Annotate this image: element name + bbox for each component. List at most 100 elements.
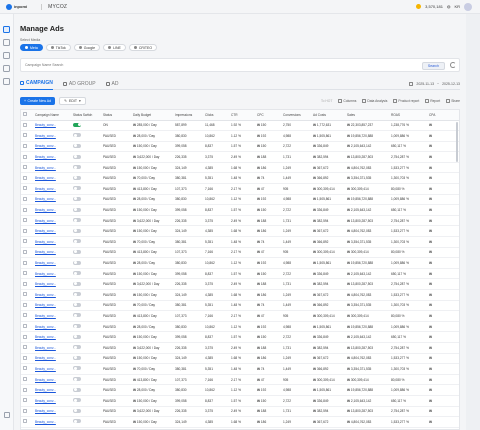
media-chip-criteo[interactable]: CRITEO [128, 44, 158, 51]
column-header[interactable]: ROAS [389, 110, 427, 121]
table-row[interactable]: Beauty_conv... ON ₩ 285,000 / Day 587,899 11… [21, 120, 459, 132]
row-checkbox[interactable] [23, 239, 27, 244]
campaign-name-link[interactable]: Beauty_conv... [33, 289, 71, 301]
status-toggle[interactable] [73, 324, 81, 329]
row-checkbox[interactable] [23, 122, 27, 127]
campaign-name-link[interactable]: Beauty_conv... [33, 268, 71, 280]
status-toggle[interactable] [73, 175, 81, 180]
search-button[interactable]: Search [421, 61, 445, 70]
campaign-name-link[interactable]: Beauty_conv... [33, 374, 71, 386]
table-row[interactable]: Beauty_conv... PAUSED ₩ 3,622,000 / Day 226… [21, 215, 459, 227]
table-row[interactable]: Beauty_conv... PAUSED ₩ 413,800 / Day 107,3… [21, 183, 459, 195]
row-checkbox[interactable] [23, 387, 27, 392]
row-checkbox[interactable] [23, 377, 27, 382]
app-logo[interactable]: inpomi [6, 3, 27, 10]
campaign-name-link[interactable]: Beauty_conv... [33, 151, 71, 163]
table-row[interactable]: Beauty_conv... PAUSED ₩ 150,000 / Day 324,1… [21, 416, 459, 428]
row-checkbox[interactable] [23, 345, 27, 350]
status-toggle[interactable] [73, 165, 81, 170]
status-toggle[interactable] [73, 292, 81, 297]
column-header[interactable]: Status [101, 110, 131, 121]
sidebar-collapse-icon[interactable] [3, 412, 10, 418]
toolbar-share[interactable]: Share [446, 99, 460, 103]
column-header[interactable]: Campaign Name [33, 110, 71, 121]
table-row[interactable]: Beauty_conv... PAUSED ₩ 413,800 / Day 107,3… [21, 310, 459, 322]
row-checkbox[interactable] [23, 366, 27, 371]
status-toggle[interactable] [73, 196, 81, 201]
column-header[interactable]: Ad Costs [311, 110, 345, 121]
row-checkbox[interactable] [23, 218, 27, 223]
table-row[interactable]: Beauty_conv... PAUSED ₩ 3,622,000 / Day 226… [21, 342, 459, 354]
row-checkbox[interactable] [23, 249, 27, 254]
status-toggle[interactable] [73, 239, 81, 244]
row-checkbox[interactable] [23, 334, 27, 339]
create-ad-button[interactable]: + Create New Ad [20, 97, 56, 105]
campaign-name-link[interactable]: Beauty_conv... [33, 172, 71, 185]
row-checkbox[interactable] [23, 260, 27, 265]
language-selector[interactable]: KR [454, 4, 460, 9]
column-header[interactable]: Impressions [173, 110, 203, 121]
table-row[interactable]: Beauty_conv... PAUSED ₩ 150,000 / Day 399,0… [21, 331, 459, 343]
status-toggle[interactable] [73, 207, 81, 212]
column-header[interactable]: Sales [345, 110, 389, 121]
table-row[interactable]: Beauty_conv... PAUSED ₩ 150,000 / Day 399,0… [21, 268, 459, 280]
campaign-name-link[interactable]: Beauty_conv... [33, 321, 71, 333]
edit-button[interactable]: ✎ EDIT ▾ [59, 97, 86, 105]
select-all-checkbox[interactable] [23, 112, 27, 117]
status-toggle[interactable] [73, 122, 81, 127]
column-header[interactable]: CPC [255, 110, 281, 121]
campaign-name-link[interactable]: Beauty_conv... [33, 384, 71, 396]
status-toggle[interactable] [73, 387, 81, 392]
row-checkbox[interactable] [23, 408, 27, 413]
campaign-name-link[interactable]: Beauty_conv... [33, 353, 71, 365]
search-input[interactable] [25, 63, 405, 67]
status-toggle[interactable] [73, 218, 81, 223]
media-chip-meta[interactable]: Meta [20, 44, 43, 51]
row-checkbox[interactable] [23, 133, 27, 138]
tab-campaign[interactable]: CAMPAIGN [20, 78, 53, 90]
table-row[interactable]: Beauty_conv... PAUSED ₩ 3,622,000 / Day 226… [21, 278, 459, 290]
table-row[interactable]: Beauty_conv... PAUSED ₩ 70,000 / Day 380,38… [21, 363, 459, 375]
campaign-name-link[interactable]: Beauty_conv... [33, 257, 71, 269]
campaign-name-link[interactable]: Beauty_conv... [33, 416, 71, 428]
table-row[interactable]: Beauty_conv... PAUSED ₩ 70,000 / Day 380,38… [21, 300, 459, 312]
row-checkbox[interactable] [23, 292, 27, 297]
tab-ad[interactable]: AD [105, 78, 118, 90]
table-row[interactable]: Beauty_conv... PAUSED ₩ 150,000 / Day 399,0… [21, 204, 459, 216]
status-toggle[interactable] [73, 143, 81, 148]
row-checkbox[interactable] [23, 324, 27, 329]
status-toggle[interactable] [73, 228, 81, 233]
row-checkbox[interactable] [23, 398, 27, 403]
status-toggle[interactable] [73, 302, 81, 307]
avatar[interactable] [464, 2, 472, 11]
table-row[interactable]: Beauty_conv... PAUSED ₩ 150,000 / Day 324,1… [21, 225, 459, 238]
toolbar-report[interactable]: Report [425, 99, 440, 103]
campaign-name-link[interactable]: Beauty_conv... [33, 183, 71, 195]
sidebar-chart-icon[interactable] [3, 52, 10, 59]
row-checkbox[interactable] [23, 165, 27, 170]
campaign-name-link[interactable]: Beauty_conv... [33, 278, 71, 290]
status-toggle[interactable] [73, 249, 81, 254]
campaign-name-link[interactable]: Beauty_conv... [33, 194, 71, 206]
status-toggle[interactable] [73, 345, 81, 350]
row-checkbox[interactable] [23, 196, 27, 201]
row-checkbox[interactable] [23, 186, 27, 191]
status-toggle[interactable] [73, 313, 81, 318]
status-toggle[interactable] [73, 419, 81, 424]
campaign-name-link[interactable]: Beauty_conv... [33, 215, 71, 227]
column-header[interactable]: CTR [229, 110, 255, 121]
campaign-name-link[interactable]: Beauty_conv... [33, 141, 71, 153]
toolbar-muted-action[interactable]: To HOT [321, 99, 332, 103]
campaign-name-link[interactable]: Beauty_conv... [33, 236, 71, 248]
row-checkbox[interactable] [23, 228, 27, 233]
column-header[interactable]: Clicks [203, 110, 229, 121]
toolbar-product-report[interactable]: Product report [393, 99, 419, 103]
table-row[interactable]: Beauty_conv... PAUSED ₩ 28,000 / Day 380,83… [21, 257, 459, 269]
sidebar-settings-icon[interactable] [3, 65, 10, 72]
refresh-icon[interactable] [450, 62, 456, 68]
campaign-name-link[interactable]: Beauty_conv... [33, 363, 71, 375]
column-header[interactable]: Status Switch [71, 110, 101, 121]
row-checkbox[interactable] [23, 313, 27, 318]
campaign-name-link[interactable]: Beauty_conv... [33, 395, 71, 407]
campaign-name-link[interactable]: Beauty_conv... [33, 120, 71, 132]
